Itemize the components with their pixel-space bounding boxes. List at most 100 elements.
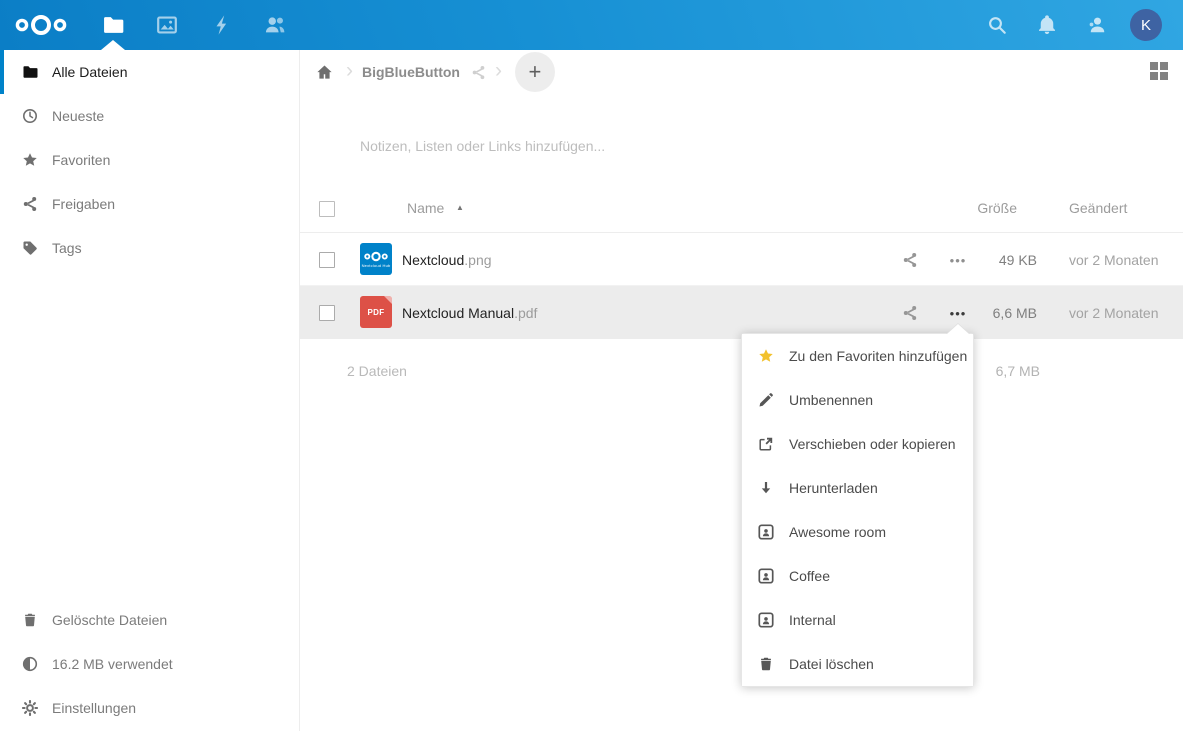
menu-item-label: Awesome room (789, 524, 886, 540)
menu-item-label: Verschieben oder kopieren (789, 436, 956, 452)
sidebar-bottom: Gelöschte Dateien 16.2 MB verwendet Eins… (0, 598, 298, 730)
menu-item-rename[interactable]: Umbenennen (742, 378, 973, 422)
menu-item-label: Internal (789, 612, 836, 628)
menu-item-label: Datei löschen (789, 656, 874, 672)
file-list-header: Name ▲ Größe Geändert (300, 186, 1183, 233)
select-all-checkbox[interactable] (319, 201, 335, 217)
file-basename: Nextcloud Manual (402, 305, 514, 321)
sidebar-item-recent[interactable]: Neueste (0, 94, 299, 138)
breadcrumb: › BigBlueButton › + (312, 52, 555, 92)
photos-app-icon[interactable] (156, 14, 178, 36)
sidebar-item-shares[interactable]: Freigaben (0, 182, 299, 226)
room-icon (758, 612, 774, 628)
popover-arrow (947, 324, 969, 334)
star-icon (758, 348, 774, 364)
row-share-icon[interactable] (902, 252, 918, 268)
column-header-modified[interactable]: Geändert (1069, 200, 1127, 216)
menu-item-download[interactable]: Herunterladen (742, 466, 973, 510)
folder-notes-input[interactable]: Notizen, Listen oder Links hinzufügen... (360, 138, 605, 154)
search-icon[interactable] (987, 15, 1007, 35)
sidebar-item-tags[interactable]: Tags (0, 226, 299, 270)
sidebar-item-label: 16.2 MB verwendet (52, 656, 173, 672)
row-checkbox[interactable] (319, 252, 335, 268)
breadcrumb-share-icon[interactable] (471, 65, 486, 80)
sidebar-item-label: Alle Dateien (52, 64, 128, 80)
trash-icon (22, 612, 38, 628)
move-icon (758, 436, 774, 452)
row-share-icon[interactable] (902, 305, 918, 321)
sidebar-item-label: Einstellungen (52, 700, 136, 716)
menu-item-label: Zu den Favoriten hinzufügen (789, 348, 967, 364)
sidebar-item-all-files[interactable]: Alle Dateien (0, 50, 299, 94)
room-icon (758, 568, 774, 584)
tag-icon (22, 240, 38, 256)
breadcrumb-separator: › (346, 59, 353, 83)
column-header-name[interactable]: Name (407, 200, 444, 216)
sidebar-item-settings[interactable]: Einstellungen (0, 686, 298, 730)
file-size: 6,6 MB (993, 286, 1037, 339)
notifications-bell-icon[interactable] (1037, 15, 1057, 35)
top-bar: K (0, 0, 1183, 50)
sidebar: Alle Dateien Neueste Favoriten Freigaben… (0, 50, 300, 731)
star-icon (22, 152, 38, 168)
file-extension: .png (464, 252, 491, 268)
grid-view-toggle-icon[interactable] (1150, 62, 1168, 80)
png-thumbnail: Nextcloud Hub (360, 243, 392, 275)
pencil-icon (758, 392, 774, 408)
file-row-nextcloud-manual-pdf[interactable]: PDF Nextcloud Manual.pdf ••• 6,6 MB vor … (300, 286, 1183, 339)
nextcloud-logo-icon[interactable] (13, 13, 69, 42)
file-size: 49 KB (999, 233, 1037, 286)
sidebar-item-deleted-files[interactable]: Gelöschte Dateien (0, 598, 298, 642)
menu-item-add-to-favorites[interactable]: Zu den Favoriten hinzufügen (742, 334, 973, 378)
download-icon (758, 480, 774, 496)
add-new-button[interactable]: + (515, 52, 555, 92)
folder-icon (22, 64, 38, 80)
row-checkbox[interactable] (319, 305, 335, 321)
column-header-size[interactable]: Größe (977, 200, 1017, 216)
file-modified: vor 2 Monaten (1069, 233, 1159, 286)
nextcloud-files-app: K Alle Dateien Neueste Favoriten Freiga (0, 0, 1183, 731)
home-icon[interactable] (316, 64, 333, 81)
clock-icon (22, 108, 38, 124)
sidebar-item-favorites[interactable]: Favoriten (0, 138, 299, 182)
file-count-summary: 2 Dateien (347, 363, 407, 379)
contacts-menu-icon[interactable] (1087, 15, 1107, 35)
sidebar-item-quota[interactable]: 16.2 MB verwendet (0, 642, 298, 686)
share-icon (22, 196, 38, 212)
file-basename: Nextcloud (402, 252, 464, 268)
menu-item-label: Herunterladen (789, 480, 878, 496)
row-more-actions-icon[interactable]: ••• (944, 246, 972, 274)
sidebar-item-label: Freigaben (52, 196, 115, 212)
contacts-app-icon[interactable] (264, 14, 286, 36)
room-icon (758, 524, 774, 540)
files-app-icon[interactable] (102, 14, 124, 36)
total-size-summary: 6,7 MB (996, 363, 1040, 379)
gear-icon (22, 700, 38, 716)
menu-item-delete-file[interactable]: Datei löschen (742, 642, 973, 686)
sort-ascending-icon[interactable]: ▲ (456, 203, 464, 212)
user-avatar[interactable]: K (1130, 9, 1162, 41)
menu-item-room-awesome-room[interactable]: Awesome room (742, 510, 973, 554)
menu-item-move-or-copy[interactable]: Verschieben oder kopieren (742, 422, 973, 466)
breadcrumb-separator: › (495, 59, 502, 83)
menu-item-label: Coffee (789, 568, 830, 584)
quota-pie-icon (22, 656, 38, 672)
sidebar-item-label: Neueste (52, 108, 104, 124)
sidebar-item-label: Tags (52, 240, 82, 256)
thumbnail-label: Nextcloud Hub (362, 263, 391, 268)
file-actions-menu: Zu den Favoriten hinzufügen Umbenennen V… (741, 333, 974, 687)
breadcrumb-folder[interactable]: BigBlueButton (362, 64, 460, 80)
thumbnail-label: PDF (368, 308, 385, 317)
menu-item-label: Umbenennen (789, 392, 873, 408)
file-name: Nextcloud.png (402, 233, 492, 286)
menu-item-room-coffee[interactable]: Coffee (742, 554, 973, 598)
activity-app-icon[interactable] (211, 14, 233, 36)
file-row-nextcloud-png[interactable]: Nextcloud Hub Nextcloud.png ••• 49 KB vo… (300, 233, 1183, 286)
active-app-indicator (101, 40, 125, 50)
sidebar-item-label: Favoriten (52, 152, 110, 168)
file-extension: .pdf (514, 305, 537, 321)
sidebar-item-label: Gelöschte Dateien (52, 612, 167, 628)
menu-item-room-internal[interactable]: Internal (742, 598, 973, 642)
trash-icon (758, 656, 774, 672)
pdf-thumbnail: PDF (360, 296, 392, 328)
